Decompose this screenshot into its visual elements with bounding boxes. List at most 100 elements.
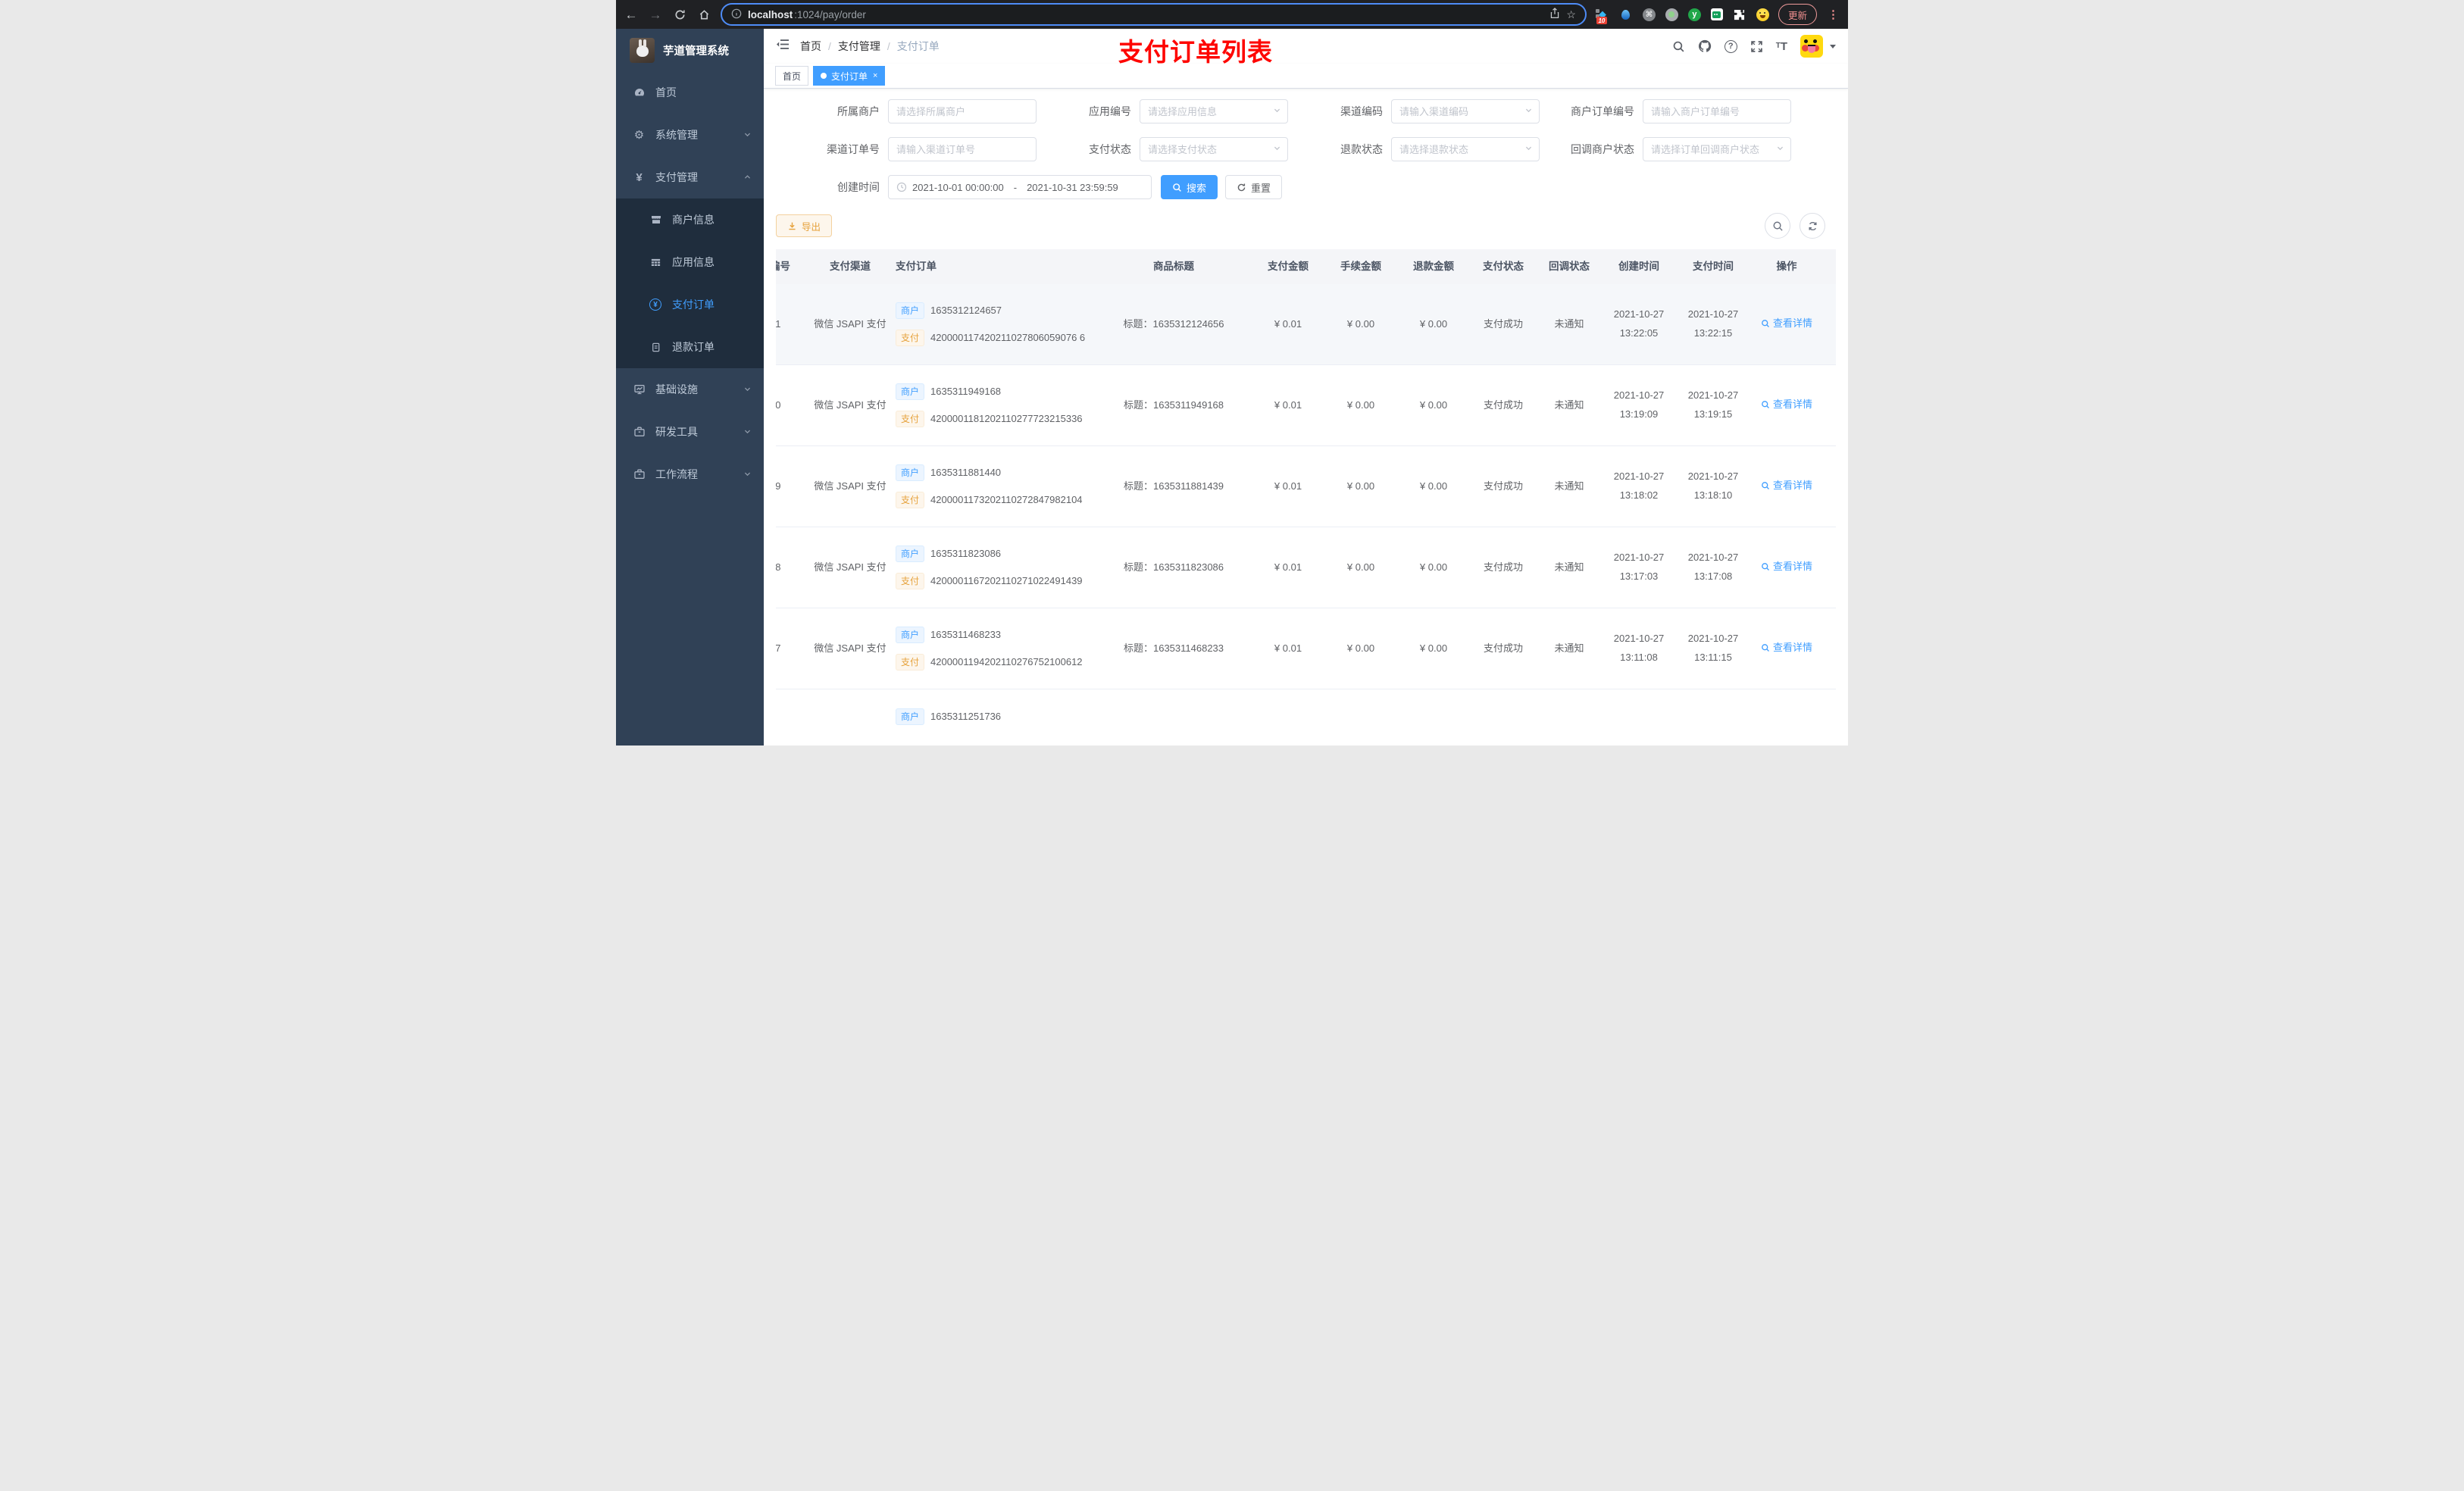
table-row[interactable]: 20 微信 JSAPI 支付 商户 1635311949168 支付 4200001… xyxy=(776,365,1836,446)
site-info-icon[interactable] xyxy=(731,8,742,20)
extension-chat-icon[interactable] xyxy=(1710,8,1723,20)
view-detail-link[interactable]: 查看详情 xyxy=(1761,558,1812,575)
back-icon[interactable]: ← xyxy=(624,8,639,21)
channel-code-input[interactable] xyxy=(1399,105,1531,117)
cell-fee: ¥ 0.00 xyxy=(1346,642,1375,654)
field-channel-order: 渠道订单号 xyxy=(806,137,1058,161)
refresh-icon[interactable] xyxy=(1800,213,1825,239)
sidebar-item-system[interactable]: ⚙ 系统管理 xyxy=(616,114,764,156)
merchant-order-no: 1635311251736 xyxy=(930,711,1002,722)
refund-status-select[interactable] xyxy=(1391,137,1540,161)
app-input[interactable] xyxy=(1148,105,1280,117)
cell-pay-time: 2021-10-27 13:17:08 xyxy=(1687,552,1739,582)
avatar[interactable] xyxy=(1800,35,1823,58)
cell-refund: ¥ 0.00 xyxy=(1419,642,1448,654)
col-channel: 支付渠道 xyxy=(830,260,871,272)
merchant-select[interactable] xyxy=(888,99,1037,123)
sidebar-logo-row[interactable]: 芋道管理系统 xyxy=(616,29,764,71)
extensions-row: ◆ 10 ⌘ y xyxy=(1595,8,1769,24)
channel-code-select[interactable] xyxy=(1391,99,1540,123)
extension-diamond-icon[interactable]: ◆ 10 xyxy=(1595,8,1609,24)
sidebar-item-merchant-info[interactable]: 商户信息 xyxy=(616,198,764,241)
sidebar-item-pay-order[interactable]: ¥ 支付订单 xyxy=(616,283,764,326)
pay-status-input[interactable] xyxy=(1148,143,1280,155)
channel-order-input[interactable] xyxy=(896,143,1028,155)
sidebar-item-refund-order[interactable]: 退款订单 xyxy=(616,326,764,368)
sidebar-item-label: 基础设施 xyxy=(655,383,698,395)
view-detail-link[interactable]: 查看详情 xyxy=(1761,315,1812,332)
help-icon[interactable]: ? xyxy=(1724,39,1737,53)
table-row[interactable]: 17 微信 JSAPI 支付 商户 1635311468233 支付 4200001… xyxy=(776,608,1836,689)
sidebar-item-app-info[interactable]: 应用信息 xyxy=(616,241,764,283)
font-size-icon[interactable]: TT xyxy=(1776,41,1787,52)
browser-menu-icon[interactable]: ⋮ xyxy=(1826,8,1840,21)
sidebar-item-infra[interactable]: 基础设施 xyxy=(616,368,764,411)
extension-dot-icon[interactable] xyxy=(1665,8,1678,21)
channel-order-control[interactable] xyxy=(888,137,1037,161)
monitor-icon xyxy=(633,383,646,395)
sidebar-item-label: 工作流程 xyxy=(655,468,698,480)
payment-submenu: 商户信息 应用信息 ¥ 支付订单 退款订单 xyxy=(616,198,764,368)
sidebar-menu: 首页 ⚙ 系统管理 ¥ 支付管理 商户信息 应用信息 ¥ 支付订单 退款订单 基… xyxy=(616,71,764,746)
table-row[interactable]: 18 微信 JSAPI 支付 商户 1635311823086 支付 4200001… xyxy=(776,527,1836,608)
reset-button[interactable]: 重置 xyxy=(1225,175,1283,199)
avatar-caret-icon[interactable] xyxy=(1830,44,1836,48)
sidebar-item-label: 应用信息 xyxy=(672,256,714,268)
show-search-icon[interactable] xyxy=(1765,213,1790,239)
channel-order-no: 4200001181202110277723215336 xyxy=(930,413,1083,424)
merchant-order-control[interactable] xyxy=(1643,99,1791,123)
tab-home[interactable]: 首页 xyxy=(775,66,809,86)
callback-status-select[interactable] xyxy=(1643,137,1791,161)
extension-balloon-icon[interactable] xyxy=(1619,8,1633,21)
cell-refund: ¥ 0.00 xyxy=(1419,561,1448,573)
address-bar[interactable]: localhost :1024/pay/order ☆ xyxy=(721,3,1587,26)
refund-status-input[interactable] xyxy=(1399,143,1531,155)
table-row[interactable]: 19 微信 JSAPI 支付 商户 1635311881440 支付 4200001… xyxy=(776,446,1836,527)
extensions-puzzle-icon[interactable] xyxy=(1733,8,1746,21)
chevron-down-icon xyxy=(743,426,752,438)
forward-icon[interactable]: → xyxy=(648,8,663,21)
search-icon[interactable] xyxy=(1672,40,1685,53)
app-frame: 芋道管理系统 首页 ⚙ 系统管理 ¥ 支付管理 商户信息 应用信息 ¥ 支付订单… xyxy=(616,29,1848,746)
reload-icon[interactable] xyxy=(672,9,687,20)
breadcrumb-home[interactable]: 首页 xyxy=(800,39,821,54)
date-range-picker[interactable]: 2021-10-01 00:00:00 - 2021-10-31 23:59:5… xyxy=(888,175,1152,199)
fullscreen-icon[interactable] xyxy=(1750,40,1763,53)
pay-status-select[interactable] xyxy=(1140,137,1288,161)
breadcrumb-section[interactable]: 支付管理 xyxy=(838,39,880,54)
main-area: 首页 / 支付管理 / 支付订单 支付订单列表 ? T T 首页 支付订单 × … xyxy=(764,29,1848,746)
cell-create-time: 2021-10-27 13:22:05 xyxy=(1613,308,1665,339)
cell-refund: ¥ 0.00 xyxy=(1419,480,1448,492)
share-icon[interactable] xyxy=(1549,8,1560,21)
extension-y-icon[interactable]: y xyxy=(1687,8,1701,21)
profile-emoji-icon[interactable] xyxy=(1756,8,1769,21)
github-icon[interactable] xyxy=(1698,39,1712,53)
view-detail-link[interactable]: 查看详情 xyxy=(1761,396,1812,413)
gear-icon: ⚙ xyxy=(633,129,645,142)
search-button[interactable]: 搜索 xyxy=(1161,175,1218,199)
table-row[interactable]: 商户 1635311251736 xyxy=(776,689,1836,746)
col-pay-time: 支付时间 xyxy=(1693,260,1734,272)
view-detail-link[interactable]: 查看详情 xyxy=(1761,477,1812,494)
sidebar-item-home[interactable]: 首页 xyxy=(616,71,764,114)
tab-pay-order[interactable]: 支付订单 × xyxy=(813,66,886,86)
cell-action: 查看详情 xyxy=(1750,639,1823,658)
home-icon[interactable] xyxy=(696,9,711,20)
app-select[interactable] xyxy=(1140,99,1288,123)
merchant-order-input[interactable] xyxy=(1651,105,1783,117)
sidebar-item-dev-tools[interactable]: 研发工具 xyxy=(616,411,764,453)
callback-status-input[interactable] xyxy=(1651,143,1783,155)
merchant-input[interactable] xyxy=(896,105,1028,117)
bookmark-star-icon[interactable]: ☆ xyxy=(1566,8,1576,21)
export-button[interactable]: 导出 xyxy=(776,214,833,237)
extension-command-icon[interactable]: ⌘ xyxy=(1642,8,1656,21)
sidebar-collapse-icon[interactable] xyxy=(776,39,790,54)
view-detail-link[interactable]: 查看详情 xyxy=(1761,639,1812,656)
browser-update-button[interactable]: 更新 xyxy=(1778,4,1817,25)
cell-channel: 微信 JSAPI 支付 xyxy=(814,480,886,492)
sidebar-item-label: 退款订单 xyxy=(672,341,714,353)
close-icon[interactable]: × xyxy=(873,71,877,80)
table-row[interactable]: 21 微信 JSAPI 支付 商户 1635312124657 支付 4200001… xyxy=(776,284,1836,365)
sidebar-item-payment[interactable]: ¥ 支付管理 xyxy=(616,156,764,198)
sidebar-item-workflow[interactable]: 工作流程 xyxy=(616,453,764,495)
